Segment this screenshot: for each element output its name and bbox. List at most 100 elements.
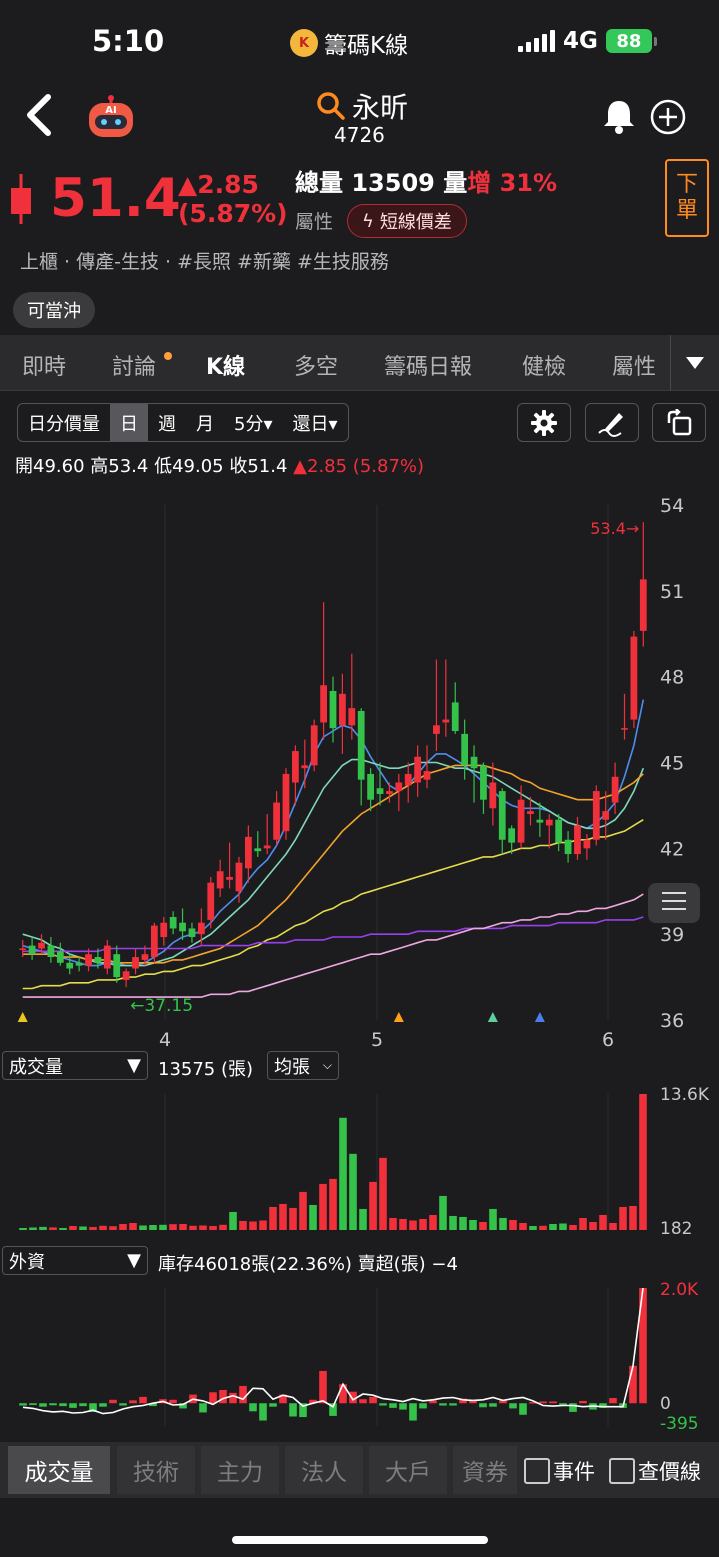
candle-body bbox=[94, 957, 102, 963]
add-icon[interactable] bbox=[650, 99, 686, 135]
tab-realtime[interactable]: 即時 bbox=[22, 349, 66, 381]
price-candle-icon bbox=[11, 174, 31, 224]
candle bbox=[320, 602, 327, 740]
order-button-top: 下 bbox=[675, 171, 698, 197]
volume-bar bbox=[539, 1225, 547, 1230]
candle-body bbox=[179, 922, 186, 932]
moving-average-line bbox=[22, 758, 645, 967]
bell-icon[interactable] bbox=[600, 97, 638, 135]
foreign-net-bar bbox=[249, 1403, 257, 1412]
period-month[interactable]: 月 bbox=[186, 404, 224, 441]
tab-long-short[interactable]: 多空 bbox=[294, 349, 338, 381]
candle-body bbox=[47, 945, 55, 958]
tab-attribute[interactable]: 屬性 bbox=[612, 349, 656, 381]
ai-robot-icon[interactable]: AI bbox=[85, 95, 137, 139]
back-icon[interactable] bbox=[20, 93, 60, 137]
period-intraday[interactable]: 日分價量 bbox=[18, 404, 110, 441]
period-adjust[interactable]: 還日▾ bbox=[283, 404, 348, 441]
candle bbox=[433, 659, 440, 752]
attr-badge[interactable]: ϟ 短線價差 bbox=[347, 204, 467, 238]
period-5min[interactable]: 5分▾ bbox=[224, 404, 283, 441]
candle-body bbox=[188, 928, 196, 938]
candle bbox=[122, 968, 130, 988]
candle-body bbox=[423, 771, 431, 780]
candle bbox=[498, 788, 506, 855]
volume-bar bbox=[419, 1218, 427, 1230]
x-tick-label: 6 bbox=[602, 1029, 614, 1050]
candle bbox=[179, 908, 186, 940]
main-tabs: 即時 討論 K線 多空 籌碼日報 健檢 屬性 bbox=[0, 335, 719, 391]
volume-bar bbox=[469, 1219, 477, 1230]
btab-main-force[interactable]: 主力 bbox=[201, 1446, 279, 1494]
period-day[interactable]: 日 bbox=[110, 404, 148, 441]
volume-bar bbox=[449, 1215, 457, 1230]
tab-chip-daily[interactable]: 籌碼日報 bbox=[384, 349, 472, 381]
pen-draw-icon bbox=[598, 412, 623, 437]
tab-discussion[interactable]: 討論 bbox=[112, 349, 156, 381]
candle-body bbox=[498, 791, 506, 840]
candle bbox=[47, 937, 55, 963]
foreign-net-bar bbox=[19, 1403, 27, 1406]
volume-bar bbox=[69, 1225, 77, 1230]
foreign-net-bar bbox=[99, 1403, 107, 1407]
candle-body bbox=[621, 728, 628, 730]
candle-body bbox=[630, 636, 638, 720]
y-tick-label: 48 bbox=[660, 667, 684, 689]
stock-title[interactable]: 永昕 bbox=[316, 86, 408, 126]
gear-icon bbox=[531, 409, 557, 436]
volume-bar bbox=[19, 1228, 27, 1230]
candle-body bbox=[310, 725, 318, 766]
industry-tags: 上櫃 · 傳產-生技 · #長照 #新藥 #生技服務 bbox=[20, 251, 389, 273]
foreign-net-bar bbox=[369, 1396, 377, 1404]
volume-summary: 總量 13509 量增 31% bbox=[295, 163, 557, 198]
candle-body bbox=[301, 765, 309, 769]
candle-body bbox=[527, 811, 534, 814]
search-icon bbox=[317, 92, 345, 120]
avg-lot-toggle[interactable]: 均張 ⌵ bbox=[267, 1051, 339, 1080]
btab-margin[interactable]: 資券 bbox=[453, 1446, 517, 1494]
volume-bar bbox=[589, 1221, 597, 1230]
tab-health[interactable]: 健檢 bbox=[522, 349, 566, 381]
foreign-net-bar bbox=[109, 1399, 117, 1404]
event-marker-icon bbox=[393, 1012, 404, 1022]
price-chart[interactable]: 545148454239364 5 653.4→←37.15 bbox=[0, 490, 719, 1050]
rotate-button[interactable] bbox=[652, 403, 706, 442]
period-week[interactable]: 週 bbox=[148, 404, 186, 441]
volume-inc-label: 增 bbox=[467, 169, 492, 197]
notification-dot-icon bbox=[164, 352, 172, 360]
candle-body bbox=[583, 839, 591, 849]
candle bbox=[226, 842, 233, 889]
candle-body bbox=[197, 922, 205, 935]
foreign-net-bar bbox=[479, 1403, 487, 1408]
tab-kline[interactable]: K線 bbox=[206, 349, 245, 381]
settings-button[interactable] bbox=[517, 403, 571, 442]
candle bbox=[254, 831, 262, 857]
btab-volume[interactable]: 成交量 bbox=[8, 1446, 110, 1494]
candle-body bbox=[263, 845, 271, 849]
volume-chart[interactable]: 13.6K 182 bbox=[0, 1082, 719, 1242]
price-line-checkbox[interactable]: 查價線 bbox=[609, 1456, 701, 1486]
btab-institutional[interactable]: 法人 bbox=[285, 1446, 363, 1494]
tab-more-button[interactable] bbox=[670, 335, 719, 391]
btab-technical[interactable]: 技術 bbox=[117, 1446, 195, 1494]
foreign-net-bar bbox=[139, 1396, 147, 1404]
candle-body bbox=[339, 693, 346, 726]
volume-bar bbox=[609, 1222, 617, 1230]
chip-indicator-select[interactable]: 外資 ▼ bbox=[2, 1246, 148, 1275]
candle-body bbox=[489, 782, 497, 809]
event-checkbox[interactable]: 事件 bbox=[524, 1456, 595, 1486]
volume-bar bbox=[639, 1094, 647, 1230]
candle bbox=[545, 814, 553, 849]
btab-big-holders[interactable]: 大戶 bbox=[369, 1446, 447, 1494]
volume-indicator-select[interactable]: 成交量 ▼ bbox=[2, 1051, 148, 1080]
period-selector: 日分價量 日 週 月 5分▾ 還日▾ bbox=[17, 403, 349, 442]
candle bbox=[480, 762, 487, 814]
day-trade-badge[interactable]: 可當沖 bbox=[13, 292, 95, 328]
draw-button[interactable] bbox=[585, 403, 639, 442]
chip-select-label: 外資 bbox=[9, 1251, 45, 1273]
order-button[interactable]: 下 單 bbox=[665, 159, 709, 237]
event-marker-icon bbox=[534, 1012, 545, 1022]
foreign-net-bar bbox=[629, 1365, 637, 1404]
volume-bar bbox=[619, 1206, 627, 1230]
foreign-chart[interactable]: 2.0K 0-395 bbox=[0, 1276, 719, 1436]
